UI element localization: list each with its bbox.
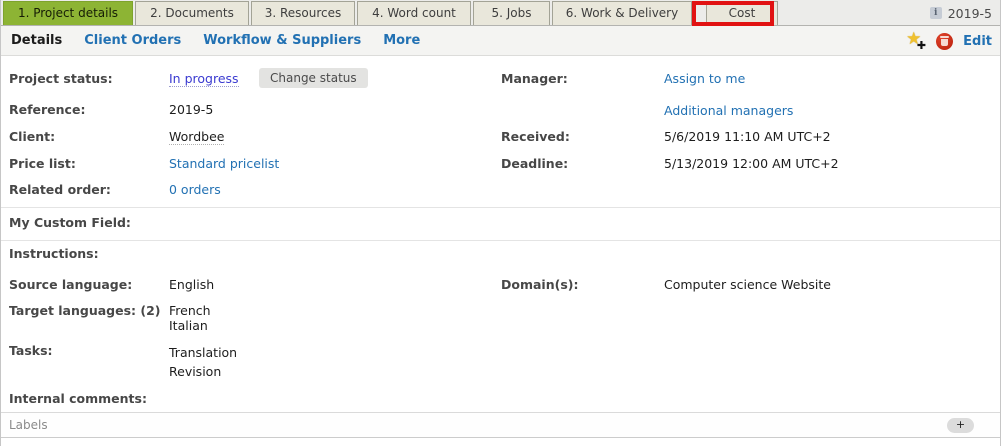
tab-cost[interactable]: Cost — [706, 1, 778, 25]
target-languages-value: French Italian — [169, 303, 211, 333]
tab-jobs[interactable]: 5. Jobs — [473, 1, 550, 25]
toolbar-actions: ★ ✚ Edit — [906, 26, 992, 56]
tab-work-delivery[interactable]: 6. Work & Delivery — [552, 1, 692, 25]
tasks-value: Translation Revision — [169, 343, 237, 381]
additional-managers-link[interactable]: Additional managers — [664, 103, 793, 118]
project-reference-badge: i 2019-5 — [930, 0, 992, 26]
tab-documents[interactable]: 2. Documents — [135, 1, 249, 25]
internal-comments-label: Internal comments: — [9, 391, 209, 406]
domains-label: Domain(s): — [501, 277, 659, 292]
section-divider — [1, 240, 1000, 241]
labels-title: Labels — [9, 413, 48, 438]
additional-managers: Additional managers — [664, 103, 793, 118]
price-list-value: Standard pricelist — [169, 156, 279, 171]
task-item: Revision — [169, 362, 237, 381]
manager-value: Assign to me — [664, 71, 745, 86]
tab-resources[interactable]: 3. Resources — [251, 1, 355, 25]
subtab-details[interactable]: Details — [11, 33, 62, 48]
domains-value: Computer science Website — [664, 277, 831, 292]
task-item: Translation — [169, 343, 237, 362]
project-status-link[interactable]: In progress — [169, 71, 239, 87]
instructions-label: Instructions: — [9, 246, 164, 261]
subtab-client-orders[interactable]: Client Orders — [84, 33, 181, 48]
related-order-value: 0 orders — [169, 182, 221, 197]
subtab-workflow-suppliers[interactable]: Workflow & Suppliers — [203, 33, 361, 48]
client-link[interactable]: Wordbee — [169, 129, 224, 145]
price-list-link[interactable]: Standard pricelist — [169, 156, 279, 171]
assign-to-me-link[interactable]: Assign to me — [664, 71, 745, 86]
manager-label: Manager: — [501, 71, 659, 86]
labels-bar: Labels + — [1, 412, 1000, 438]
project-status-value: In progress — [169, 71, 239, 86]
deadline-value: 5/13/2019 12:00 AM UTC+2 — [664, 156, 839, 171]
tab-project-details[interactable]: 1. Project details — [3, 1, 133, 25]
received-label: Received: — [501, 129, 659, 144]
reference-value: 2019-5 — [169, 102, 213, 117]
star-plus-glyph: ✚ — [917, 39, 926, 52]
star-add-icon[interactable]: ★ ✚ — [906, 31, 926, 51]
project-status-label: Project status: — [9, 71, 164, 86]
source-language-value: English — [169, 277, 214, 292]
details-panel: Project status: In progress Change statu… — [1, 56, 1000, 446]
received-value: 5/6/2019 11:10 AM UTC+2 — [664, 129, 831, 144]
target-languages-label: Target languages: (2) — [9, 303, 189, 318]
deadline-label: Deadline: — [501, 156, 659, 171]
tab-word-count[interactable]: 4. Word count — [357, 1, 471, 25]
add-label-button[interactable]: + — [947, 418, 974, 433]
info-icon[interactable]: i — [930, 7, 942, 19]
client-label: Client: — [9, 129, 164, 144]
my-custom-field-label: My Custom Field: — [9, 215, 164, 230]
project-reference-text: 2019-5 — [948, 6, 992, 21]
main-tabbar: 1. Project details 2. Documents 3. Resou… — [0, 0, 1001, 26]
target-language-item: French — [169, 303, 211, 318]
related-order-label: Related order: — [9, 182, 164, 197]
project-details-page: 1. Project details 2. Documents 3. Resou… — [0, 0, 1001, 446]
source-language-label: Source language: — [9, 277, 164, 292]
edit-button[interactable]: Edit — [963, 34, 992, 49]
price-list-label: Price list: — [9, 156, 164, 171]
subtab-more[interactable]: More — [383, 33, 420, 48]
sub-toolbar: Details Client Orders Workflow & Supplie… — [1, 26, 1000, 56]
change-status-button[interactable]: Change status — [259, 68, 368, 88]
delete-icon[interactable] — [936, 33, 953, 50]
target-language-item: Italian — [169, 318, 211, 333]
client-value: Wordbee — [169, 129, 224, 144]
tasks-label: Tasks: — [9, 343, 164, 358]
reference-label: Reference: — [9, 102, 164, 117]
section-divider — [1, 207, 1000, 208]
related-order-link[interactable]: 0 orders — [169, 182, 221, 197]
